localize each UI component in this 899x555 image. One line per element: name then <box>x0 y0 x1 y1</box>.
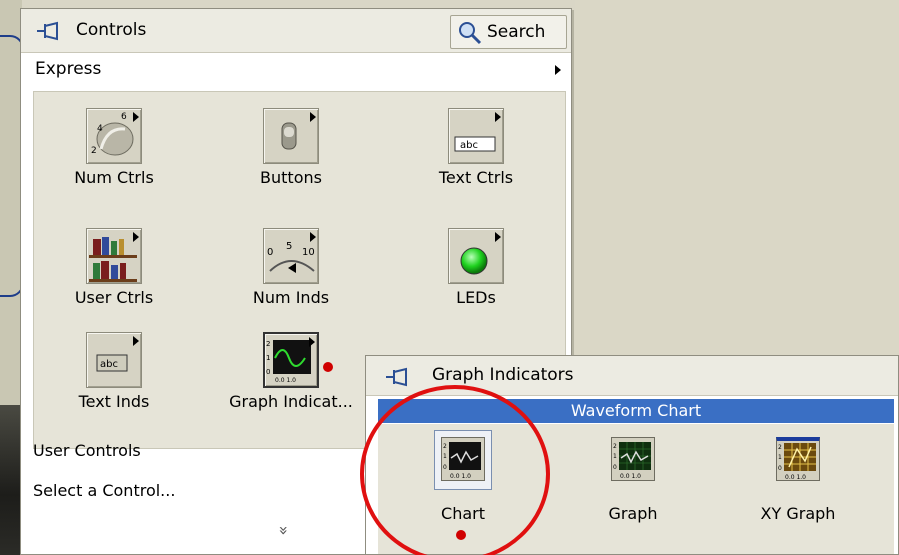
graph-icon: 2 1 0 0.0 1.0 <box>263 332 319 388</box>
background-image-fragment <box>0 405 22 555</box>
svg-text:6: 6 <box>121 112 127 122</box>
user-controls-item[interactable]: User Controls <box>33 441 141 460</box>
tile-user-ctrls[interactable]: User Ctrls <box>42 228 172 318</box>
svg-text:0: 0 <box>266 368 270 376</box>
palette-title: Controls <box>76 20 147 40</box>
tile-num-inds[interactable]: 0 5 10 Num Inds <box>219 228 349 318</box>
svg-text:1: 1 <box>613 453 617 460</box>
search-button[interactable]: Search <box>450 15 567 49</box>
subpalette-title: Graph Indicators <box>432 365 574 385</box>
abc-text: abc <box>460 140 478 151</box>
led-icon <box>448 228 504 284</box>
tile-text-ctrls[interactable]: abc Text Ctrls <box>404 108 534 198</box>
svg-text:2: 2 <box>91 146 97 156</box>
svg-text:0: 0 <box>778 465 782 472</box>
search-button-label: Search <box>487 22 546 42</box>
svg-text:2: 2 <box>613 443 617 450</box>
express-category[interactable]: Express <box>21 55 571 83</box>
slide-gauge-icon: 0 5 10 <box>263 228 319 284</box>
highlight-circle <box>360 385 550 555</box>
tile-label: Text Inds <box>78 392 150 411</box>
tile-label: User Ctrls <box>74 288 154 307</box>
tile-leds[interactable]: LEDs <box>404 228 534 318</box>
tile-frame: 2 1 0 0.0 1.0 <box>769 430 827 490</box>
tile-label: Graph <box>608 504 658 523</box>
background-area <box>575 0 899 355</box>
submenu-arrow-icon <box>555 65 561 75</box>
tile-text-inds[interactable]: abc Text Inds <box>42 332 172 422</box>
svg-text:0.0 1.0: 0.0 1.0 <box>785 474 806 481</box>
submenu-arrow-icon <box>133 336 139 346</box>
magnifier-icon <box>459 22 482 45</box>
svg-text:1: 1 <box>266 354 270 362</box>
string-indicator-icon: abc <box>86 332 142 388</box>
tile-graph[interactable]: 2 1 0 0.0 1.0 Graph <box>588 426 708 536</box>
submenu-arrow-icon <box>310 112 316 122</box>
gauge-label-mid: 5 <box>286 241 292 252</box>
tile-frame: 2 1 0 0.0 1.0 <box>604 430 662 490</box>
books-icon <box>86 228 142 284</box>
toggle-switch-icon <box>263 108 319 164</box>
red-dot-marker <box>323 362 333 372</box>
palette-title-bar: Controls Search <box>21 9 571 53</box>
expand-chevron-icon[interactable]: » <box>274 526 293 536</box>
svg-text:4: 4 <box>97 124 103 134</box>
tile-label: Num Ctrls <box>74 168 154 187</box>
tile-label: Buttons <box>260 168 322 187</box>
svg-text:0: 0 <box>613 464 617 471</box>
string-control-icon: abc <box>448 108 504 164</box>
tile-xy-graph[interactable]: 2 1 0 0.0 1.0 XY Graph <box>753 426 873 536</box>
pin-icon[interactable] <box>384 366 414 388</box>
tile-label: Graph Indicat... <box>229 392 353 411</box>
tile-buttons[interactable]: Buttons <box>219 108 349 198</box>
submenu-arrow-icon <box>495 232 501 242</box>
tile-label: LEDs <box>456 288 496 307</box>
select-control-item[interactable]: Select a Control... <box>33 481 175 500</box>
tile-label: XY Graph <box>760 504 836 523</box>
submenu-arrow-icon <box>133 232 139 242</box>
submenu-arrow-icon <box>495 112 501 122</box>
tile-num-ctrls[interactable]: 2 4 6 Num Ctrls <box>42 108 172 198</box>
waveform-graph-icon: 2 1 0 0.0 1.0 <box>611 437 655 481</box>
xy-graph-icon: 2 1 0 0.0 1.0 <box>776 437 820 481</box>
submenu-arrow-icon <box>310 232 316 242</box>
abc-text: abc <box>100 359 118 370</box>
tile-label: Text Ctrls <box>438 168 514 187</box>
svg-text:0.0 1.0: 0.0 1.0 <box>620 473 641 480</box>
express-category-label: Express <box>35 59 102 79</box>
submenu-arrow-icon <box>133 112 139 122</box>
svg-text:2: 2 <box>778 444 782 451</box>
pin-icon[interactable] <box>35 20 65 42</box>
knob-icon: 2 4 6 <box>86 108 142 164</box>
tile-graph-indicators[interactable]: 2 1 0 0.0 1.0 Graph Indicat... <box>219 332 353 422</box>
submenu-arrow-icon <box>309 337 315 347</box>
svg-text:1: 1 <box>778 454 782 461</box>
tile-label: Num Inds <box>252 288 330 307</box>
gauge-label-max: 10 <box>302 247 315 258</box>
svg-text:2: 2 <box>266 340 270 348</box>
gauge-label-min: 0 <box>267 247 273 258</box>
svg-text:0.0 1.0: 0.0 1.0 <box>275 377 296 384</box>
